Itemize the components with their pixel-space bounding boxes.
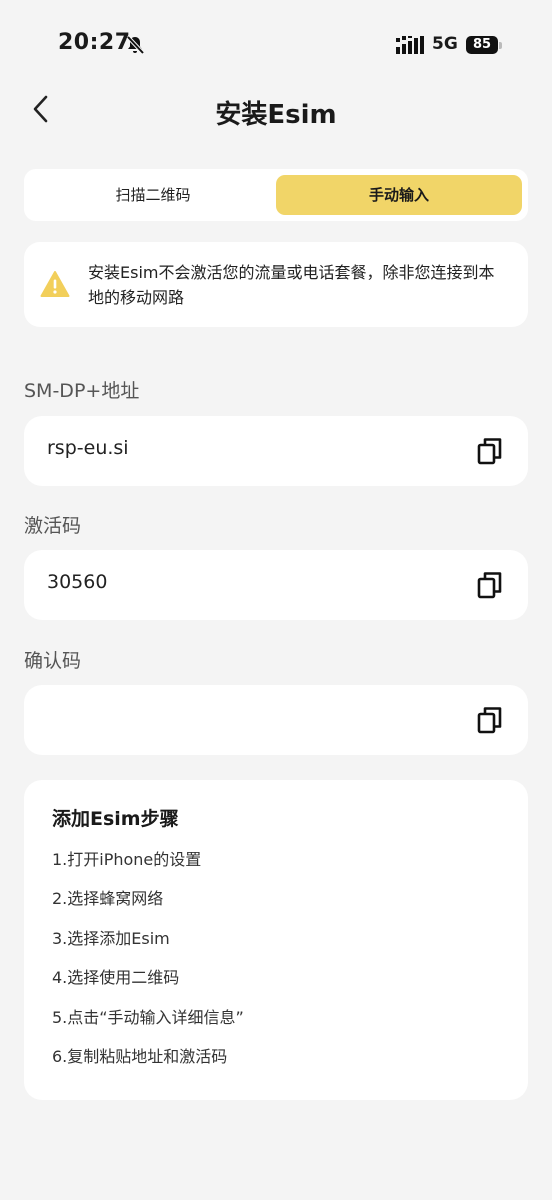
tab-scan-qr[interactable]: 扫描二维码 — [30, 175, 276, 215]
smdp-field: rsp-eu.si — [24, 416, 528, 486]
copy-icon[interactable] — [476, 570, 504, 600]
input-mode-tabs: 扫描二维码 手动输入 — [24, 169, 528, 221]
step-item: 3.选择添加Esim — [52, 929, 170, 948]
copy-icon[interactable] — [476, 436, 504, 466]
activation-field: 30560 — [24, 550, 528, 620]
smdp-value: rsp-eu.si — [47, 437, 129, 459]
step-item: 1.打开iPhone的设置 — [52, 850, 202, 869]
confirm-field — [24, 685, 528, 755]
page-title: 安装Esim — [215, 100, 337, 130]
activation-label: 激活码 — [24, 515, 82, 537]
battery-indicator: 85 — [466, 36, 502, 54]
step-item: 5.点击“手动输入详细信息” — [52, 1008, 244, 1027]
step-item: 2.选择蜂窝网络 — [52, 889, 164, 908]
copy-icon[interactable] — [476, 705, 504, 735]
step-item: 6.复制粘贴地址和激活码 — [52, 1047, 228, 1066]
bell-slash-icon — [126, 35, 145, 55]
step-item: 4.选择使用二维码 — [52, 968, 180, 987]
warning-icon — [40, 271, 70, 297]
notice-card: 安装Esim不会激活您的流量或电话套餐，除非您连接到本地的移动网路 — [24, 242, 528, 327]
smdp-label: SM-DP+地址 — [24, 380, 140, 402]
notice-text: 安装Esim不会激活您的流量或电话套餐，除非您连接到本地的移动网路 — [88, 263, 495, 307]
steps-title: 添加Esim步骤 — [52, 808, 179, 830]
signal-icon — [396, 36, 424, 54]
steps-card: 添加Esim步骤 1.打开iPhone的设置 2.选择蜂窝网络 3.选择添加Es… — [24, 780, 528, 1100]
tab-manual-input[interactable]: 手动输入 — [276, 175, 522, 215]
network-type: 5G — [432, 34, 458, 54]
confirm-label: 确认码 — [24, 650, 82, 672]
status-bar: 20:27 5G 85 — [0, 0, 552, 90]
activation-value: 30560 — [47, 571, 108, 593]
status-time: 20:27 — [58, 30, 131, 55]
